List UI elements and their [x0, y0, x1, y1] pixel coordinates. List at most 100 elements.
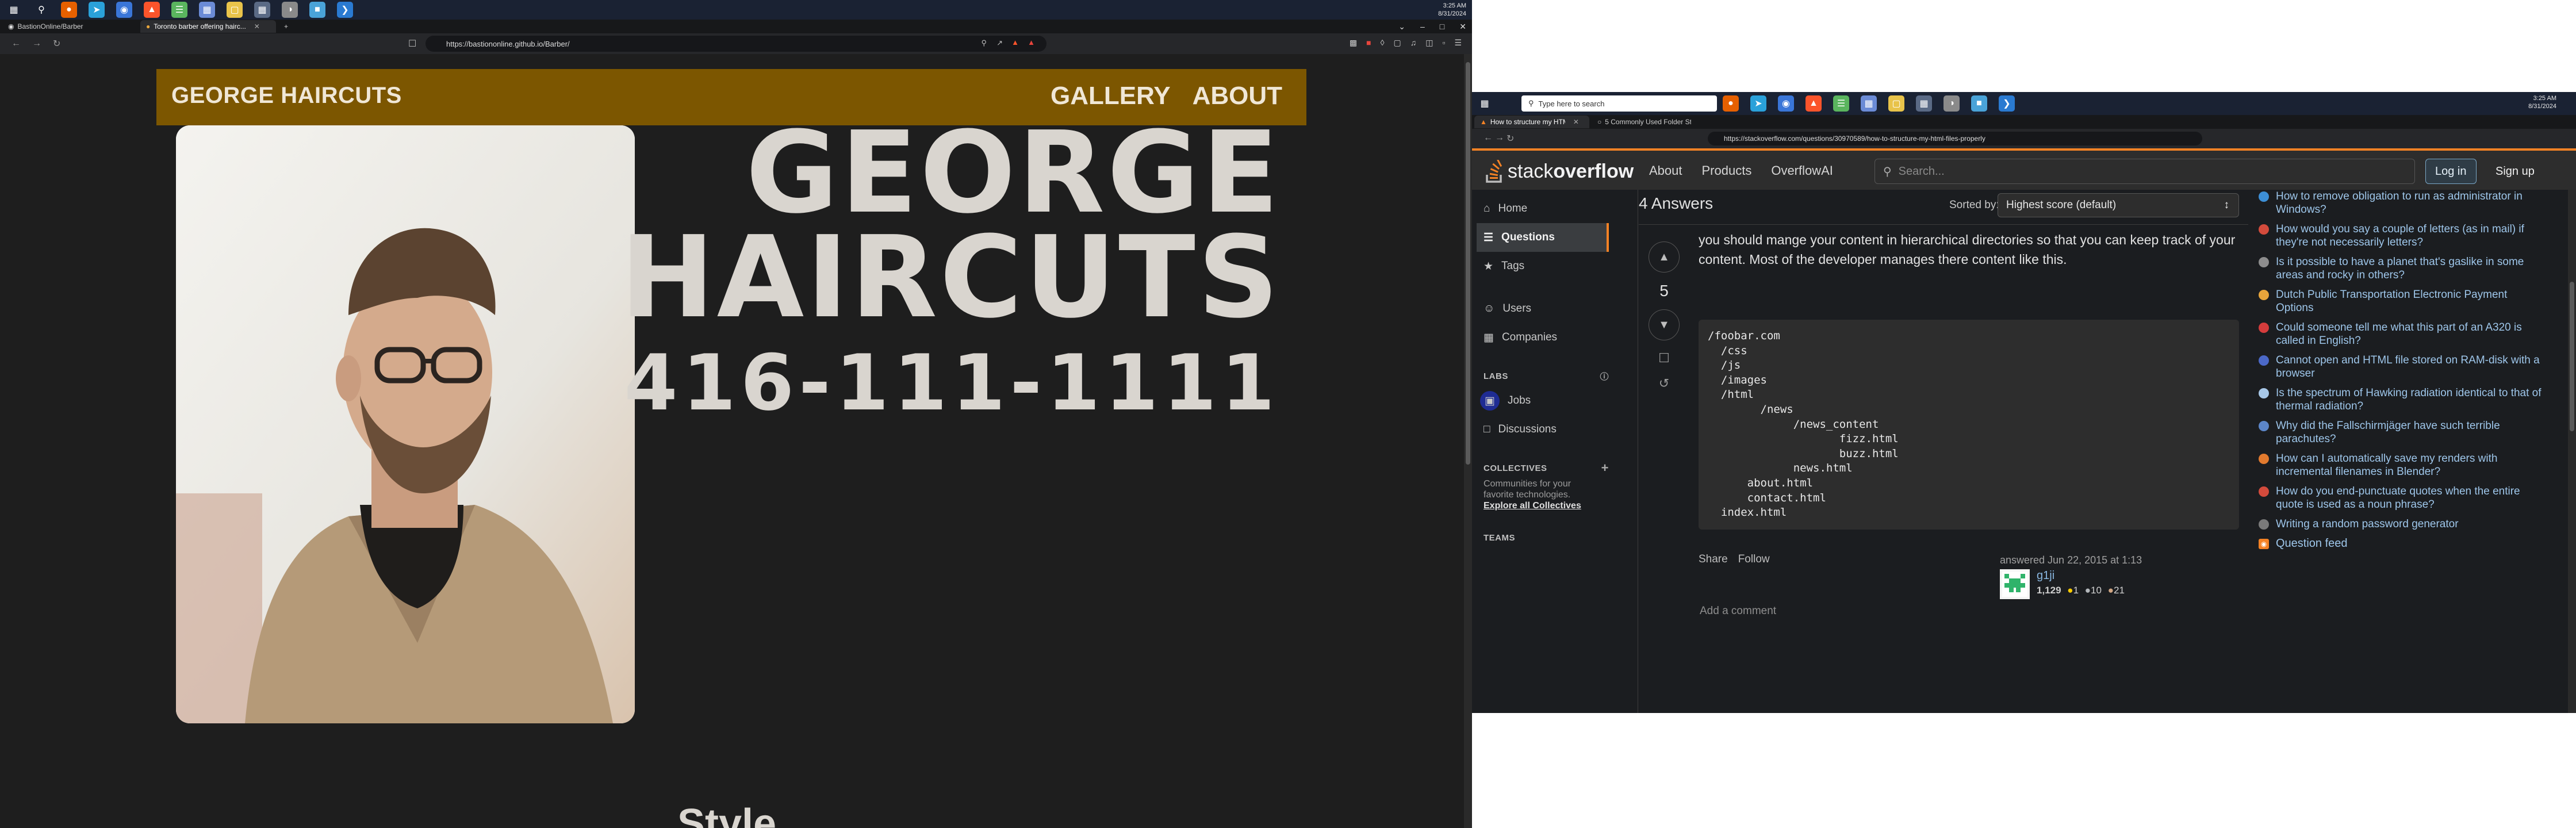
nav-about[interactable]: About — [1649, 163, 1682, 178]
avatar[interactable] — [2000, 569, 2030, 599]
reload-icon[interactable]: ↻ — [53, 38, 60, 49]
so-search-input[interactable]: ⚲ Search... — [1874, 159, 2415, 184]
phone-number[interactable]: 416-111-1111 — [624, 338, 1279, 428]
sidebar-item-questions[interactable]: ☰ Questions — [1477, 223, 1609, 252]
windows-start-icon[interactable]: ▦ — [1477, 95, 1493, 112]
signup-button[interactable]: Sign up — [2496, 161, 2535, 182]
user-name-link[interactable]: g1ji — [2037, 569, 2125, 582]
question-feed-link[interactable]: ◉ Question feed — [2259, 537, 2546, 550]
answered-timestamp[interactable]: answered Jun 22, 2015 at 1:13 — [2000, 554, 2142, 566]
vscode-icon[interactable]: ❯ — [337, 2, 353, 18]
scrollbar-thumb[interactable] — [1466, 62, 1470, 465]
extension-icon[interactable]: ▢ — [1394, 38, 1401, 48]
back-icon[interactable]: ← — [12, 39, 21, 49]
upvote-button[interactable]: ▲ — [1649, 241, 1680, 273]
chrome-icon[interactable]: ◉ — [116, 2, 132, 18]
taskbar-search[interactable]: ⚲ Type here to search — [1521, 95, 1717, 112]
page-scrollbar[interactable] — [1464, 54, 1472, 828]
firefox-icon[interactable]: ● — [61, 2, 77, 18]
bookmark-icon[interactable]: ☐ — [1647, 351, 1681, 366]
hot-question-item[interactable]: How can I automatically save my renders … — [2259, 452, 2546, 478]
close-tab-icon[interactable]: ✕ — [1573, 118, 1579, 126]
calculator-icon[interactable]: ▦ — [254, 2, 270, 18]
tab-barber-site[interactable]: ● Toronto barber offering hairc... ✕ — [140, 20, 276, 33]
share-icon[interactable]: ↗ — [996, 39, 1003, 48]
close-tab-icon[interactable]: ✕ — [254, 22, 260, 30]
nav-products[interactable]: Products — [1702, 163, 1752, 178]
files-icon[interactable]: ▦ — [199, 2, 215, 18]
hot-question-item[interactable]: Is the spectrum of Hawking radiation ide… — [2259, 386, 2546, 413]
url-field[interactable]: https://stackoverflow.com/questions/3097… — [1708, 132, 2202, 145]
maximize-icon[interactable]: □ — [1440, 22, 1444, 32]
explore-collectives-link[interactable]: Explore all Collectives — [1483, 501, 1581, 511]
scrollbar-thumb[interactable] — [2570, 282, 2574, 431]
forward-icon[interactable]: → — [1495, 133, 1504, 143]
chrome-icon[interactable]: ◉ — [1778, 95, 1794, 112]
vscode-icon[interactable]: ❯ — [1999, 95, 2015, 112]
sidebar-item-tags[interactable]: ★ Tags — [1477, 252, 1609, 281]
notepad-icon[interactable]: ☰ — [171, 2, 187, 18]
sidebar-icon[interactable]: ◫ — [1425, 38, 1433, 48]
wallet-icon[interactable]: ▫ — [1442, 38, 1445, 48]
calculator-icon[interactable]: ▦ — [1916, 95, 1932, 112]
music-icon[interactable]: ♫ — [1410, 38, 1417, 48]
app-icon[interactable]: ◑ — [282, 2, 298, 18]
back-icon[interactable]: ← — [1483, 133, 1493, 143]
clock[interactable]: 3:25 AM 8/31/2024 — [2528, 94, 2556, 110]
clock[interactable]: 3:25 AM 8/31/2024 — [1438, 2, 1466, 18]
sort-select[interactable]: Highest score (default) ↕ — [1998, 193, 2239, 217]
nav-about[interactable]: ABOUT — [1193, 82, 1282, 110]
bookmark-icon[interactable]: ☐ — [408, 38, 416, 49]
add-comment-link[interactable]: Add a comment — [1700, 605, 1776, 618]
hot-question-item[interactable]: How to remove obligation to run as admin… — [2259, 190, 2546, 216]
app-icon[interactable]: ◑ — [1943, 95, 1960, 112]
menu-icon[interactable]: ☰ — [1454, 38, 1462, 48]
sidebar-item-jobs[interactable]: ▣ Jobs — [1477, 386, 1609, 415]
brave-icon[interactable]: ▲ — [144, 2, 160, 18]
tab-stackoverflow[interactable]: ▲ How to structure my HTML file... ✕ — [1474, 116, 1589, 128]
url-field[interactable]: https://bastiononline.github.io/Barber/ … — [425, 36, 1046, 52]
tab-barber-repo[interactable]: ◉ BastionOnline/Barber — [2, 20, 138, 33]
telegram-icon[interactable]: ➤ — [1750, 95, 1766, 112]
site-brand[interactable]: GEORGE HAIRCUTS — [171, 83, 402, 109]
hot-question-item[interactable]: Writing a random password generator — [2259, 518, 2546, 531]
puzzle-icon[interactable]: ◊ — [1381, 38, 1385, 48]
hot-question-item[interactable]: Cannot open and HTML file stored on RAM-… — [2259, 354, 2546, 380]
sidebar-item-discussions[interactable]: □ Discussions — [1477, 415, 1609, 444]
photos-icon[interactable]: ■ — [1971, 95, 1987, 112]
search-icon[interactable]: ⚲ — [33, 2, 49, 18]
ext-icon[interactable]: ▩ — [1350, 38, 1357, 48]
hot-question-item[interactable]: How would you say a couple of letters (a… — [2259, 223, 2546, 249]
sidebar-item-users[interactable]: ☺ Users — [1477, 294, 1609, 323]
sidebar-item-home[interactable]: ⌂ Home — [1477, 194, 1609, 223]
sidebar-item-companies[interactable]: ▦ Companies — [1477, 323, 1609, 352]
tab-folder-structure[interactable]: ○ 5 Commonly Used Folder Structure... — [1592, 116, 1707, 128]
hot-question-item[interactable]: Could someone tell me what this part of … — [2259, 321, 2546, 347]
hot-question-item[interactable]: Why did the Fallschirmjäger have such te… — [2259, 419, 2546, 446]
reload-icon[interactable]: ↻ — [1506, 133, 1514, 144]
hot-question-item[interactable]: Dutch Public Transportation Electronic P… — [2259, 288, 2546, 315]
history-icon[interactable]: ↺ — [1647, 376, 1681, 391]
firefox-icon[interactable]: ● — [1723, 95, 1739, 112]
close-window-icon[interactable]: ✕ — [1459, 22, 1466, 32]
tab-list-icon[interactable]: ⌄ — [1398, 22, 1405, 32]
minimize-icon[interactable]: – — [1420, 22, 1425, 32]
hot-question-item[interactable]: Is it possible to have a planet that's g… — [2259, 255, 2546, 282]
folder-icon[interactable]: ▢ — [227, 2, 243, 18]
follow-link[interactable]: Follow — [1738, 553, 1770, 566]
page-scrollbar[interactable] — [2568, 190, 2576, 713]
share-link[interactable]: Share — [1699, 553, 1728, 566]
info-icon[interactable]: ⓘ — [1600, 370, 1609, 382]
rewards-icon[interactable]: ▲ — [1028, 38, 1035, 47]
plus-icon[interactable]: + — [1601, 461, 1609, 476]
forward-icon[interactable]: → — [32, 39, 41, 49]
photos-icon[interactable]: ■ — [309, 2, 325, 18]
notepad-icon[interactable]: ☰ — [1833, 95, 1849, 112]
new-tab-button[interactable]: + — [278, 20, 294, 33]
nav-gallery[interactable]: GALLERY — [1051, 82, 1171, 110]
shields-icon[interactable]: ▲ — [1011, 38, 1019, 47]
files-icon[interactable]: ▦ — [1861, 95, 1877, 112]
brave-icon[interactable]: ▲ — [1805, 95, 1822, 112]
hot-question-item[interactable]: How do you end-punctuate quotes when the… — [2259, 485, 2546, 511]
telegram-icon[interactable]: ➤ — [89, 2, 105, 18]
